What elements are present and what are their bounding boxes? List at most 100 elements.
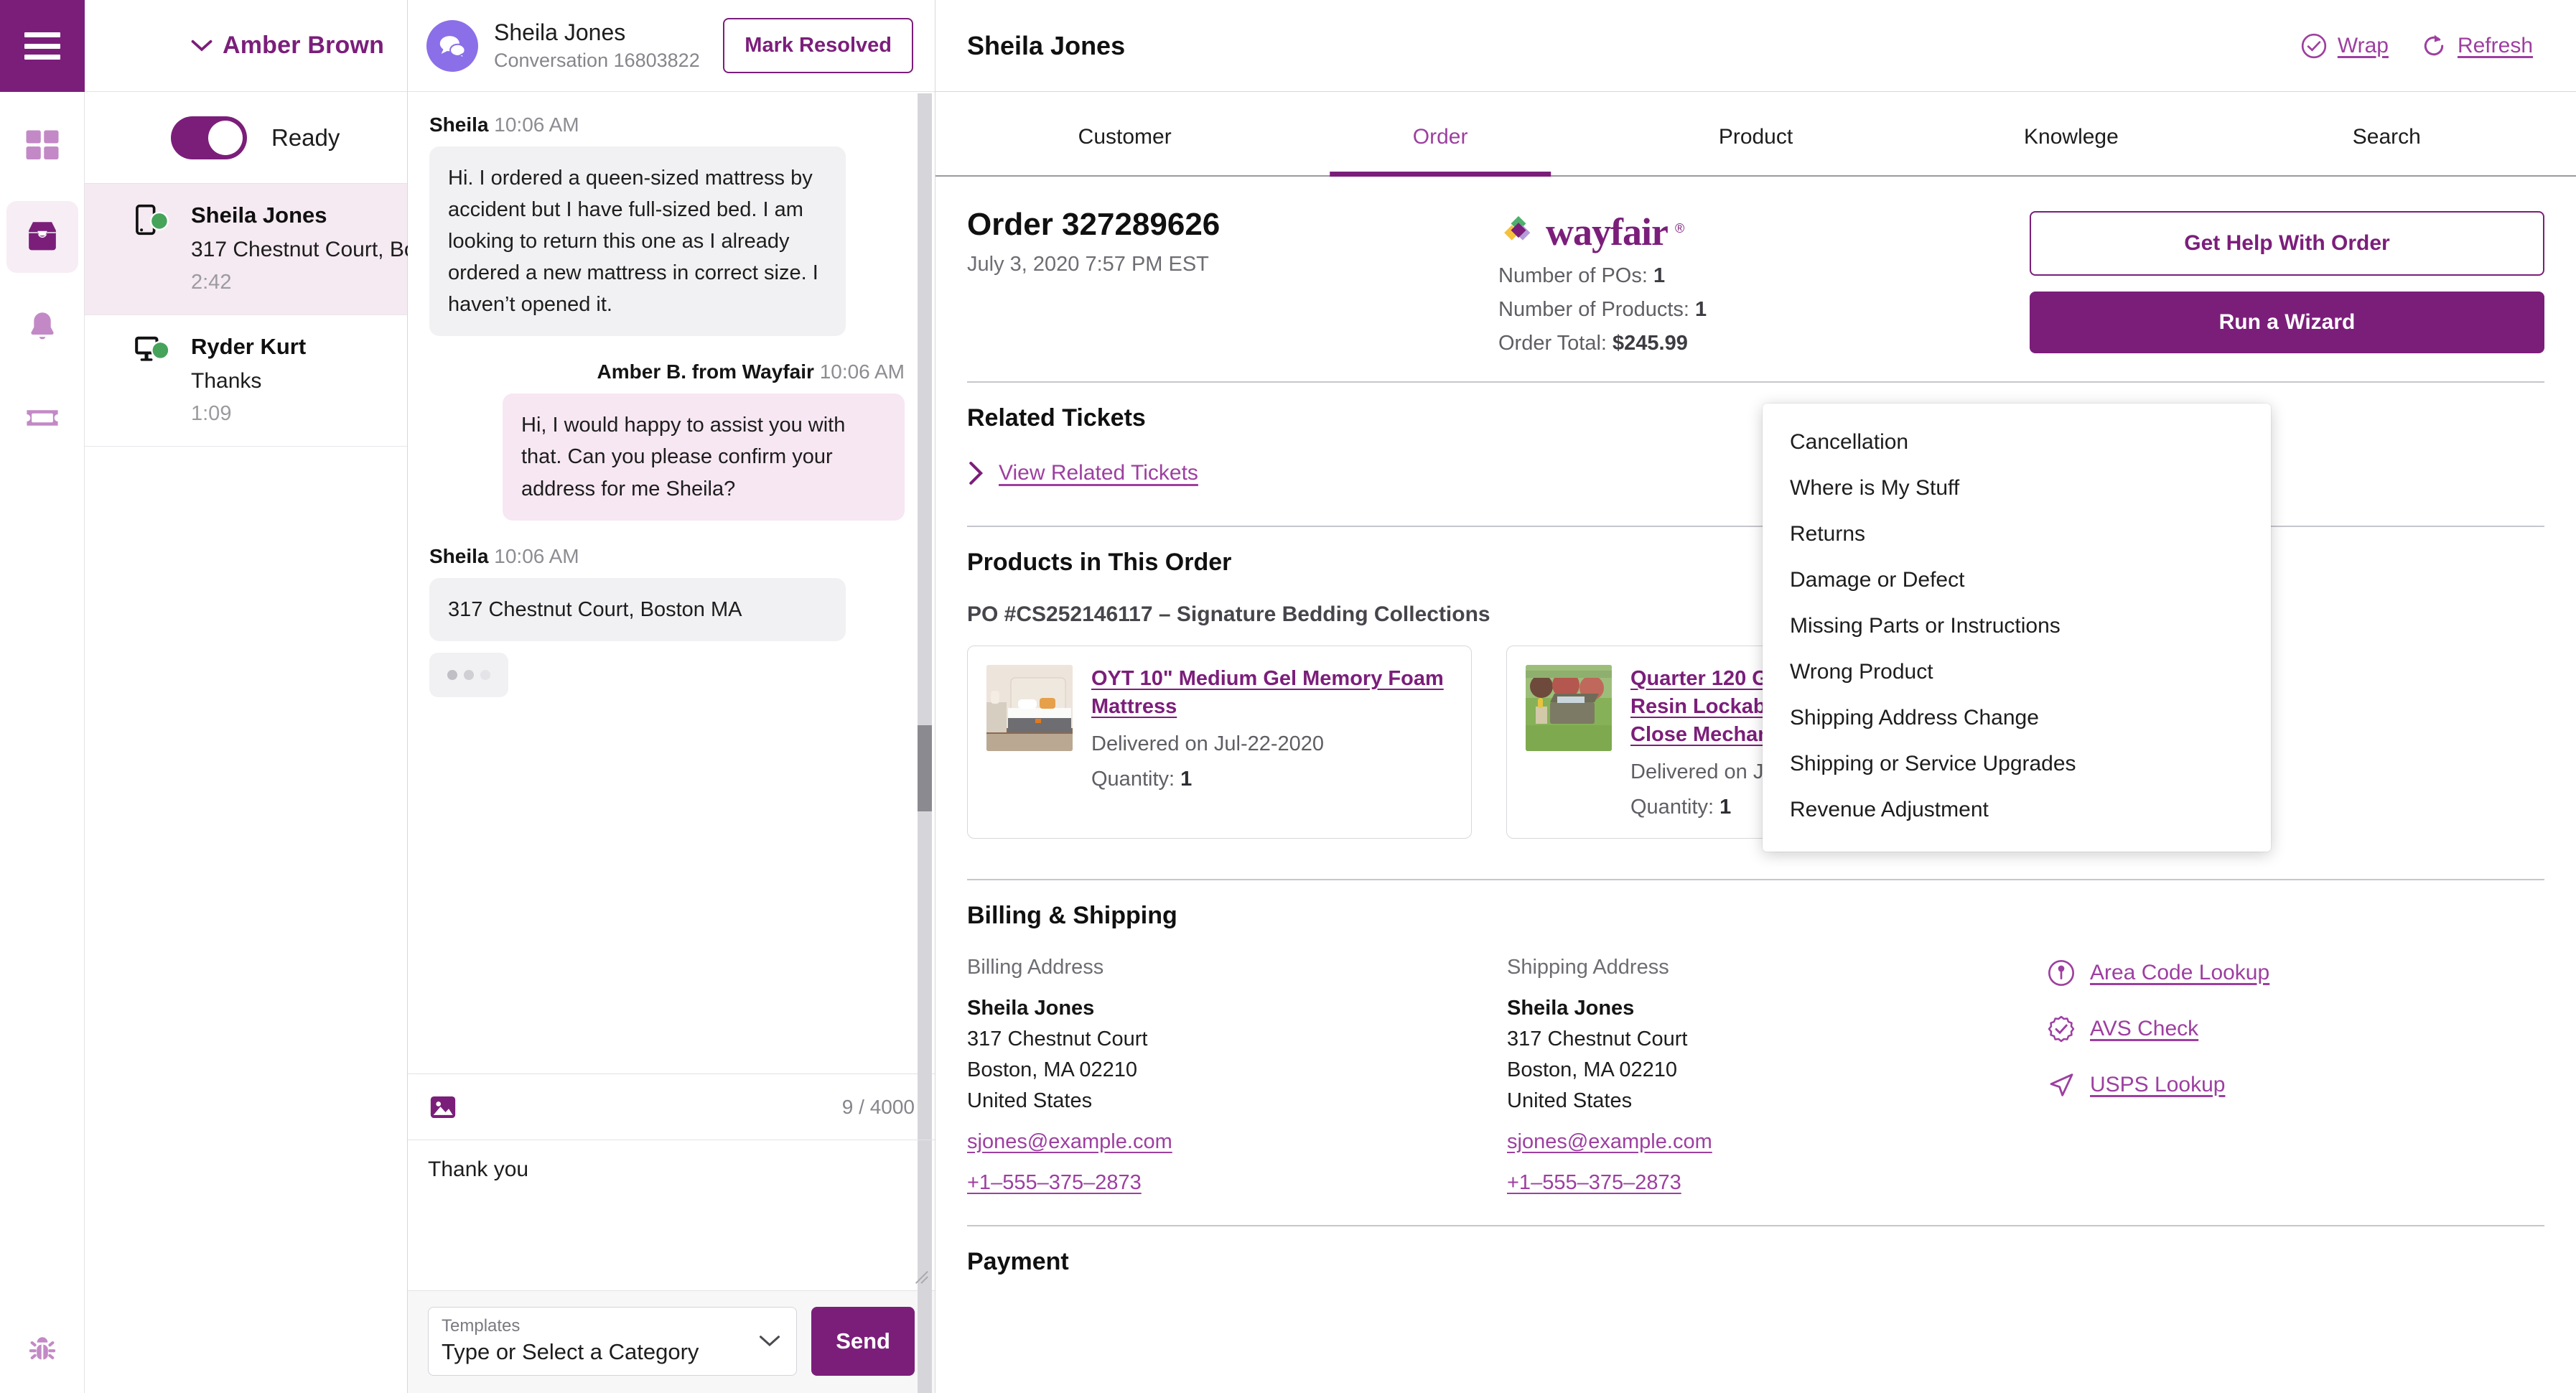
image-attachment-icon[interactable]	[428, 1092, 458, 1122]
agent-header[interactable]: Amber Brown	[85, 0, 407, 92]
resize-grip-icon[interactable]	[913, 1269, 929, 1285]
message-meta: Amber B. from Wayfair 10:06 AM	[429, 360, 905, 383]
billing-country: United States	[967, 1089, 1093, 1112]
billing-phone-link[interactable]: +1–555–375–2873	[967, 1171, 1507, 1195]
avs-check-link[interactable]: AVS Check	[2047, 1015, 2544, 1043]
wizard-option-shipping-or-service-upgrades[interactable]: Shipping or Service Upgrades	[1763, 741, 2271, 787]
wrap-button[interactable]: Wrap	[2300, 32, 2389, 60]
order-stat-products-value: 1	[1695, 298, 1707, 321]
ready-status-row: Ready	[85, 92, 407, 184]
ready-label: Ready	[271, 124, 340, 151]
hamburger-icon[interactable]	[24, 32, 60, 60]
order-stat-total-value: $245.99	[1613, 332, 1688, 355]
conversation-id: Conversation 16803822	[494, 50, 700, 72]
address-utilities: Area Code Lookup AVS Check USPS Lookup	[2047, 956, 2544, 1195]
message-input-value: Thank you	[428, 1157, 529, 1181]
order-stat-pos-value: 1	[1653, 264, 1666, 287]
message-thread: Sheila 10:06 AM Hi. I ordered a queen-si…	[408, 92, 935, 1073]
conversation-item-time: 2:42	[191, 271, 232, 294]
send-button[interactable]: Send	[811, 1307, 915, 1376]
refresh-button[interactable]: Refresh	[2420, 32, 2533, 60]
conversation-item-preview: Thanks	[191, 369, 262, 393]
wizard-option-wrong-product[interactable]: Wrong Product	[1763, 649, 2271, 695]
message-group: Sheila 10:06 AM Hi. I ordered a queen-si…	[429, 113, 905, 337]
shipping-address-block: Shipping Address Sheila Jones 317 Chestn…	[1507, 956, 2047, 1195]
chevron-right-icon	[969, 462, 984, 485]
divider	[967, 381, 2544, 383]
order-detail-panel: Sheila Jones Wrap Refresh Customer Order…	[935, 0, 2576, 1393]
rail-item-report-bug[interactable]	[0, 1331, 85, 1369]
area-code-lookup-link[interactable]: Area Code Lookup	[2047, 959, 2544, 987]
product-thumb-deckbox-icon	[1526, 665, 1612, 751]
menu-button[interactable]	[0, 0, 85, 92]
order-summary-stats: wayfair ® Number of POs: 1 Number of Pro…	[1498, 207, 2030, 355]
usps-lookup-link[interactable]: USPS Lookup	[2047, 1071, 2544, 1099]
conversation-item-title-row: Ryder Kurt	[191, 334, 388, 360]
billing-email-link[interactable]: sjones@example.com	[967, 1130, 1507, 1154]
wizard-option-damage-or-defect[interactable]: Damage or Defect	[1763, 557, 2271, 603]
view-related-tickets-link[interactable]: View Related Tickets	[999, 461, 1198, 485]
product-quantity-label: Quantity:	[1091, 767, 1175, 791]
wizard-option-returns[interactable]: Returns	[1763, 511, 2271, 557]
deck-box-garden-photo	[1526, 665, 1612, 751]
desktop-device-icon	[135, 336, 170, 361]
get-help-with-order-button[interactable]: Get Help With Order	[2030, 211, 2544, 276]
message-time: 10:06 AM	[819, 360, 905, 383]
shipping-address-label: Shipping Address	[1507, 955, 1669, 979]
rail-item-tickets[interactable]	[6, 382, 78, 454]
run-a-wizard-dropdown-menu[interactable]: Cancellation Where is My Stuff Returns D…	[1763, 404, 2271, 852]
message-sender: Sheila	[429, 544, 489, 567]
product-name-link[interactable]: OYT 10" Medium Gel Memory Foam Mattress	[1091, 665, 1452, 721]
message-input[interactable]: Thank you	[408, 1140, 935, 1290]
wizard-option-where-is-my-stuff[interactable]: Where is My Stuff	[1763, 465, 2271, 511]
wizard-option-shipping-address-change[interactable]: Shipping Address Change	[1763, 695, 2271, 741]
scrollbar-thumb[interactable]	[918, 725, 932, 811]
product-card[interactable]: OYT 10" Medium Gel Memory Foam Mattress …	[967, 646, 1472, 839]
order-date: July 3, 2020 7:57 PM EST	[967, 253, 1209, 276]
conversation-customer-name: Sheila Jones	[494, 19, 626, 45]
shipping-city: Boston, MA 02210	[1507, 1058, 1677, 1081]
conversation-item-preview: 317 Chestnut Court, Boston MA	[191, 238, 495, 261]
message-time: 10:06 AM	[494, 544, 579, 567]
run-a-wizard-button[interactable]: Run a Wizard	[2030, 292, 2544, 353]
wizard-option-missing-parts-or-instructions[interactable]: Missing Parts or Instructions	[1763, 603, 2271, 649]
app-root: Amber Brown Ready Sheila Jones 317 Chest…	[0, 0, 2576, 1393]
conversation-list-item-ryder-kurt[interactable]: Ryder Kurt Thanks 1:09	[85, 315, 407, 447]
verified-badge-icon	[2048, 1015, 2075, 1042]
tab-knowledge[interactable]: Knowlege	[1913, 92, 2229, 175]
tab-product[interactable]: Product	[1598, 92, 1913, 175]
bug-icon	[29, 1337, 56, 1360]
main-header: Sheila Jones Wrap Refresh	[935, 0, 2576, 92]
order-stat-pos-label: Number of POs:	[1498, 264, 1648, 287]
tab-order[interactable]: Order	[1282, 92, 1597, 175]
conversation-item-time: 1:09	[191, 402, 232, 425]
product-info: OYT 10" Medium Gel Memory Foam Mattress …	[1091, 665, 1452, 819]
message-meta: Sheila 10:06 AM	[429, 545, 905, 568]
shipping-email-link[interactable]: sjones@example.com	[1507, 1130, 2047, 1154]
product-quantity-value: 1	[1719, 795, 1732, 819]
products-section-title: Products in This Order	[967, 549, 1232, 576]
templates-select[interactable]: Templates Type or Select a Category	[428, 1307, 798, 1376]
tab-search[interactable]: Search	[2229, 92, 2544, 175]
rail-item-notifications[interactable]	[6, 292, 78, 363]
send-arrow-icon	[2050, 1073, 2073, 1096]
rail-item-dashboard[interactable]	[6, 111, 78, 182]
message-bubble: 317 Chestnut Court, Boston MA	[429, 577, 846, 641]
dashboard-grid-icon	[26, 130, 58, 159]
usps-lookup-label: USPS Lookup	[2090, 1072, 2226, 1096]
shipping-phone-link[interactable]: +1–555–375–2873	[1507, 1171, 2047, 1195]
view-related-tickets-row[interactable]: View Related Tickets	[967, 461, 2544, 485]
ready-toggle[interactable]	[171, 116, 247, 159]
left-nav-rail	[0, 0, 85, 1393]
order-summary-row: Order 327289626 July 3, 2020 7:57 PM EST…	[967, 177, 2544, 355]
wizard-option-revenue-adjustment[interactable]: Revenue Adjustment	[1763, 787, 2271, 833]
message-meta: Sheila 10:06 AM	[429, 113, 905, 136]
conversation-list-item-sheila-jones[interactable]: Sheila Jones 317 Chestnut Court, Boston …	[85, 184, 495, 315]
mark-resolved-button[interactable]: Mark Resolved	[723, 18, 913, 73]
rail-item-inbox[interactable]	[6, 201, 78, 273]
order-summary-left: Order 327289626 July 3, 2020 7:57 PM EST	[967, 207, 1498, 276]
tab-customer[interactable]: Customer	[967, 92, 1282, 175]
conversation-header-text: Sheila Jones Conversation 16803822	[494, 19, 707, 73]
mattress-bedroom-photo	[986, 665, 1073, 751]
wizard-option-cancellation[interactable]: Cancellation	[1763, 419, 2271, 465]
